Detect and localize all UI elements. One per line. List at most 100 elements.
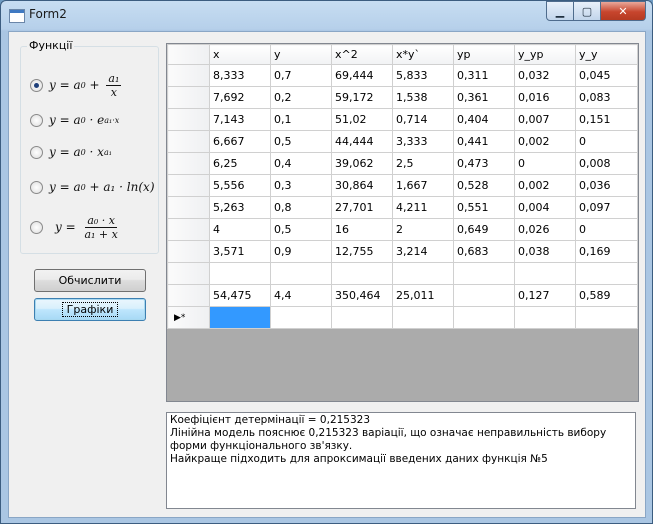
grid-cell[interactable]: 0 [575,130,638,153]
grid-cell[interactable]: 1,667 [392,174,454,197]
row-header[interactable] [167,86,210,109]
radio-function-3[interactable]: y = a0 · x a₁ [30,138,112,166]
grid-cell[interactable]: 5,556 [209,174,271,197]
new-row[interactable]: ▶* [167,306,638,329]
grid-cell[interactable]: 51,02 [331,108,393,131]
grid-cell[interactable]: 54,475 [209,284,271,307]
grid-corner-header[interactable] [167,44,210,65]
grid-cell[interactable]: 3,214 [392,240,454,263]
grid-cell[interactable]: 0,528 [453,174,515,197]
row-header[interactable] [167,218,210,241]
radio-button-5[interactable] [30,220,43,234]
grid-cell[interactable]: 4,4 [270,284,332,307]
grid-cell[interactable]: 5,263 [209,196,271,219]
results-textbox[interactable]: Коефіцієнт детермінації = 0,215323 Ліній… [166,412,636,509]
grid-cell[interactable]: 0,404 [453,108,515,131]
grid-cell[interactable]: 4,211 [392,196,454,219]
grid-cell[interactable]: 0,361 [453,86,515,109]
column-header-yp[interactable]: yp [453,44,515,65]
grid-cell[interactable]: 0,589 [575,284,638,307]
table-row[interactable]: 5,263 0,8 27,701 4,211 0,551 0,004 0,097 [167,196,638,219]
table-row[interactable]: 6,667 0,5 44,444 3,333 0,441 0,002 0 [167,130,638,153]
table-row[interactable] [167,262,638,285]
grid-cell[interactable] [453,262,515,285]
grid-cell[interactable]: 7,692 [209,86,271,109]
column-header-xy[interactable]: x*y` [392,44,454,65]
grid-cell[interactable]: 0,8 [270,196,332,219]
grid-cell[interactable]: 0,4 [270,152,332,175]
grid-cell[interactable]: 0,3 [270,174,332,197]
grid-cell[interactable]: 4 [209,218,271,241]
row-header[interactable] [167,108,210,131]
grid-cell[interactable] [575,306,638,329]
grid-cell[interactable] [270,306,332,329]
grid-cell[interactable]: 3,571 [209,240,271,263]
grid-cell[interactable]: 0,002 [514,130,576,153]
charts-button[interactable]: Графіки [34,298,146,321]
close-button[interactable]: ✕ [601,1,646,21]
grid-cell[interactable]: 69,444 [331,64,393,87]
data-grid[interactable]: x y x^2 x*y` yp y_yp y_y 8,333 0,7 69,444 5… [166,43,639,402]
grid-cell[interactable]: 0,311 [453,64,515,87]
radio-function-2[interactable]: y = a0 · e a₁·x [30,106,119,134]
grid-cell[interactable]: 0,473 [453,152,515,175]
grid-cell[interactable]: 0,151 [575,108,638,131]
row-header[interactable] [167,240,210,263]
grid-cell[interactable]: 0,038 [514,240,576,263]
grid-cell[interactable]: 0,1 [270,108,332,131]
grid-cell[interactable] [514,262,576,285]
grid-cell[interactable]: 25,011 [392,284,454,307]
column-header-y[interactable]: y [270,44,332,65]
radio-button-3[interactable] [30,145,43,159]
grid-cell[interactable]: 350,464 [331,284,393,307]
table-row[interactable]: 5,556 0,3 30,864 1,667 0,528 0,002 0,036 [167,174,638,197]
column-header-y-y[interactable]: y_y [575,44,638,65]
grid-cell[interactable]: 6,25 [209,152,271,175]
table-row[interactable]: 7,143 0,1 51,02 0,714 0,404 0,007 0,151 [167,108,638,131]
table-row[interactable]: 7,692 0,2 59,172 1,538 0,361 0,016 0,083 [167,86,638,109]
table-row[interactable]: 8,333 0,7 69,444 5,833 0,311 0,032 0,045 [167,64,638,87]
grid-cell[interactable]: 8,333 [209,64,271,87]
table-row[interactable]: 3,571 0,9 12,755 3,214 0,683 0,038 0,169 [167,240,638,263]
grid-cell[interactable]: 0,026 [514,218,576,241]
selected-cell[interactable] [209,306,271,329]
grid-cell[interactable]: 0 [575,218,638,241]
grid-cell[interactable]: 0,714 [392,108,454,131]
grid-cell[interactable]: 0,683 [453,240,515,263]
table-row[interactable]: 6,25 0,4 39,062 2,5 0,473 0 0,008 [167,152,638,175]
grid-cell[interactable]: 3,333 [392,130,454,153]
calculate-button[interactable]: Обчислити [34,269,146,292]
maximize-button[interactable]: ▢ [574,1,601,21]
grid-cell[interactable]: 0,649 [453,218,515,241]
row-header[interactable] [167,196,210,219]
grid-cell[interactable] [453,306,515,329]
grid-cell[interactable]: 7,143 [209,108,271,131]
grid-cell[interactable]: 0,7 [270,64,332,87]
grid-cell[interactable] [209,262,271,285]
grid-cell[interactable]: 0,551 [453,196,515,219]
grid-cell[interactable] [453,284,515,307]
row-header[interactable] [167,64,210,87]
grid-cell[interactable]: 0,5 [270,218,332,241]
row-header[interactable] [167,130,210,153]
row-header[interactable] [167,284,210,307]
grid-cell[interactable]: 0,083 [575,86,638,109]
grid-cell[interactable] [392,262,454,285]
row-header[interactable] [167,174,210,197]
grid-cell[interactable] [514,306,576,329]
grid-cell[interactable]: 2,5 [392,152,454,175]
grid-cell[interactable]: 0,5 [270,130,332,153]
grid-cell[interactable]: 1,538 [392,86,454,109]
row-header[interactable] [167,152,210,175]
grid-cell[interactable]: 0,127 [514,284,576,307]
column-header-y-yp[interactable]: y_yp [514,44,576,65]
radio-button-4[interactable] [30,180,43,194]
grid-cell[interactable]: 0,097 [575,196,638,219]
grid-cell[interactable]: 30,864 [331,174,393,197]
grid-cell[interactable] [331,262,393,285]
grid-cell[interactable]: 27,701 [331,196,393,219]
grid-cell[interactable] [392,306,454,329]
grid-cell[interactable]: 0,007 [514,108,576,131]
table-row[interactable]: 54,475 4,4 350,464 25,011 0,127 0,589 [167,284,638,307]
minimize-button[interactable]: ▁ [546,1,574,21]
